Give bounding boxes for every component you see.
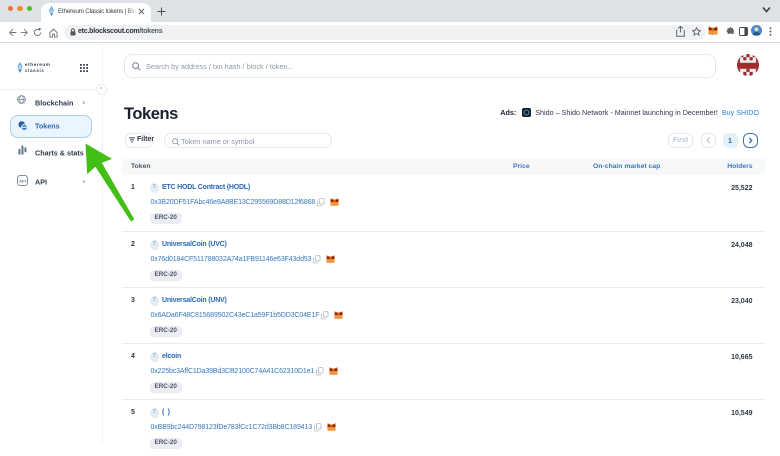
- svg-text:API: API: [19, 178, 26, 183]
